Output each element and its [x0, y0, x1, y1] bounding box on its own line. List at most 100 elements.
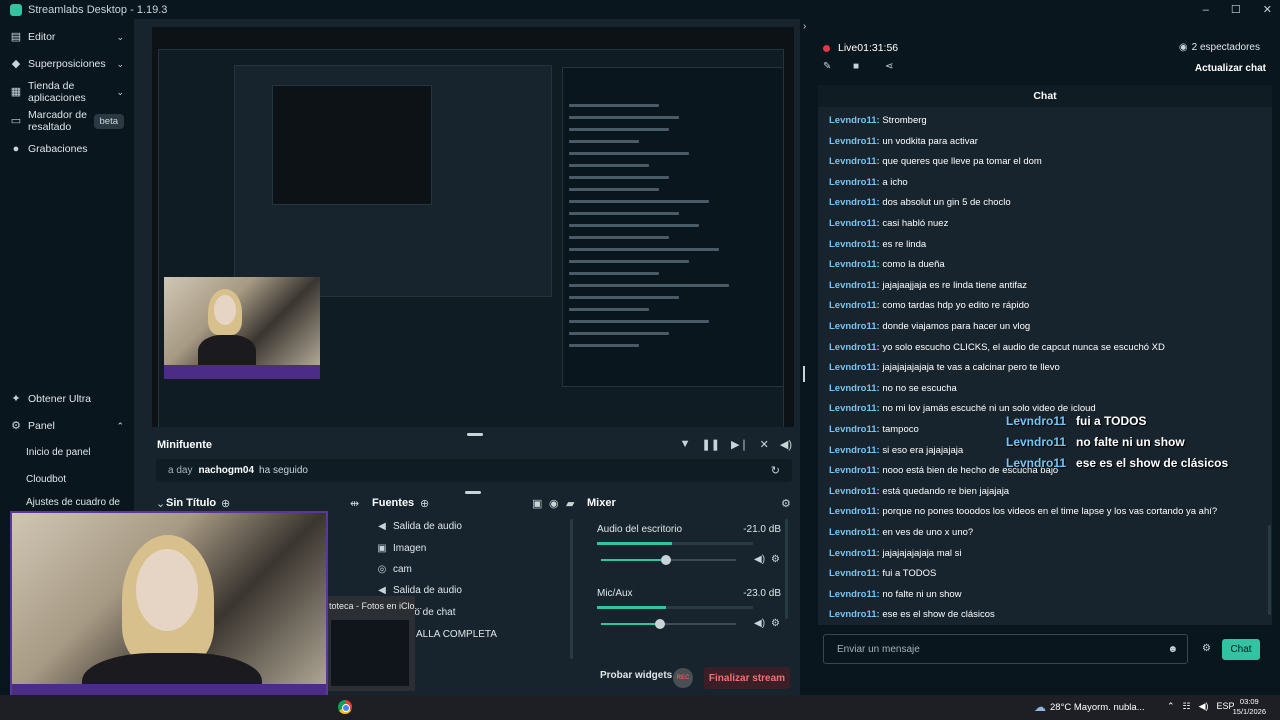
divider-grip[interactable] [803, 366, 805, 382]
chat-username[interactable]: Levndro11: [829, 342, 880, 353]
preview-resize-handle[interactable] [467, 433, 483, 436]
pause-icon[interactable]: ❚❚ [702, 438, 720, 451]
sidebar-item-highlighter[interactable]: ▭ Marcador de resaltado beta [0, 109, 134, 133]
source-row[interactable]: ▣ Imagen [376, 543, 426, 554]
speaker-icon[interactable]: ◀) [754, 554, 765, 565]
sidebar-item-store[interactable]: ▦ Tienda de aplicaciones ⌄ [0, 80, 134, 104]
volume-slider-knob[interactable] [655, 619, 666, 629]
chat-username[interactable]: Levndro11: [829, 156, 880, 167]
chat-username[interactable]: Levndro11: [829, 403, 880, 414]
chat-username[interactable]: Levndro11: [829, 609, 880, 620]
sidebar-item-recordings[interactable]: ● Grabaciones [0, 143, 134, 155]
sources-scrollbar[interactable] [570, 519, 573, 659]
gear-icon[interactable]: ⚙ [1202, 643, 1211, 654]
chat-overlay-message: Levndro11 fui a TODOS [1006, 414, 1147, 428]
repeat-icon[interactable]: ↻ [771, 464, 780, 477]
chat-username[interactable]: Levndro11: [829, 506, 880, 517]
chat-username[interactable]: Levndro11: [829, 424, 880, 435]
source-row[interactable]: ◀ Salida de audio [376, 585, 462, 596]
volume-icon[interactable]: ◀) [1199, 701, 1209, 712]
scene-transition-icon[interactable]: ⇹ [350, 497, 359, 510]
chat-message: Levndro11: como la dueña [829, 259, 945, 270]
panel-divider[interactable]: › [800, 19, 812, 695]
source-group-icon[interactable]: ▣ [532, 497, 542, 510]
clock[interactable]: 03:09 15/1/2026 [1233, 697, 1266, 717]
chat-username[interactable]: Levndro11: [829, 197, 880, 208]
gear-icon[interactable]: ⚙ [781, 497, 791, 510]
chevron-up-icon[interactable]: ⌃ [1167, 701, 1175, 712]
chat-message: Levndro11: dos absolut un gin 5 de chocl… [829, 197, 1011, 208]
cloud-icon: ☁ [1034, 700, 1046, 714]
chat-username[interactable]: Levndro11: [829, 527, 880, 538]
emoji-icon[interactable]: ☻ [1167, 644, 1178, 655]
panel-item-settings[interactable]: Ajustes de cuadro de [26, 497, 120, 508]
gear-icon[interactable]: ⚙ [771, 618, 780, 629]
chat-username[interactable]: Levndro11: [829, 218, 880, 229]
taskbar-thumbnail-popup[interactable]: toteca - Fotos en iClo... [325, 596, 422, 691]
chat-username[interactable]: Levndro11: [829, 280, 880, 291]
chat-username[interactable]: Levndro11: [829, 465, 880, 476]
end-stream-button[interactable]: Finalizar stream [704, 667, 790, 689]
chat-username[interactable]: Levndro11: [829, 589, 880, 600]
chevron-down-icon[interactable]: ⌄ [156, 497, 165, 510]
weather-widget[interactable]: ☁ 28°C Mayorm. nubla... [1034, 700, 1145, 714]
chat-username[interactable]: Levndro11: [829, 445, 880, 456]
panel-item-cloudbot[interactable]: Cloudbot [26, 474, 66, 485]
minimize-button[interactable]: – [1203, 4, 1209, 16]
network-icon[interactable]: ☷ [1183, 701, 1191, 712]
chat-username[interactable]: Levndro11: [829, 362, 880, 373]
chat-username[interactable]: Levndro11: [829, 177, 880, 188]
volume-slider-knob[interactable] [660, 555, 671, 565]
speaker-icon[interactable]: ◀) [754, 618, 765, 629]
share-icon[interactable]: ⋖ [885, 61, 893, 72]
chrome-icon[interactable] [338, 700, 352, 714]
chat-scrollbar[interactable] [1268, 525, 1271, 615]
chat-username[interactable]: Levndro11: [829, 115, 880, 126]
clock-time: 03:09 [1239, 697, 1259, 706]
mute-alerts-icon[interactable]: ✕ [760, 438, 769, 451]
chat-username[interactable]: Levndro11: [829, 548, 880, 559]
chat-username[interactable]: Levndro11: [829, 321, 880, 332]
gear-icon[interactable]: ⚙ [771, 554, 780, 565]
eye-icon[interactable]: ◉ [549, 497, 559, 510]
add-scene-icon[interactable]: ⊕ [221, 497, 230, 510]
chat-username[interactable]: Levndro11: [829, 259, 880, 270]
volume-icon[interactable]: ◀) [780, 438, 792, 451]
add-source-icon[interactable]: ⊕ [420, 497, 429, 510]
sidebar-item-editor[interactable]: ▤ Editor ⌄ [0, 31, 134, 43]
chat-message-input[interactable]: Enviar un mensaje ☻ [823, 634, 1188, 664]
chat-message: Levndro11: ese es el show de clásicos [829, 609, 995, 620]
panel-item-home[interactable]: Inicio de panel [26, 447, 91, 458]
layout-icon: ▤ [10, 31, 22, 43]
send-chat-button[interactable]: Chat [1222, 639, 1260, 660]
panel-menu[interactable]: ⚙ Panel ⌃ [0, 420, 134, 432]
stream-preview[interactable] [152, 27, 794, 427]
filter-icon[interactable]: ▼ [680, 438, 691, 451]
sidebar-item-overlays[interactable]: ◆ Superposiciones ⌄ [0, 58, 134, 70]
minifeed-event: a day nachogm04 ha seguido ↻ [156, 459, 792, 482]
maximize-button[interactable]: ☐ [1231, 3, 1241, 16]
live-panel: Live01:31:56 ◉ 2 espectadores ✎ ■ ⋖ Actua… [812, 19, 1280, 695]
chat-username[interactable]: Levndro11: [829, 136, 880, 147]
chat-username[interactable]: Levndro11: [829, 300, 880, 311]
mixer-scrollbar[interactable] [785, 519, 788, 619]
chat-username[interactable]: Levndro11: [829, 383, 880, 394]
refresh-chat-button[interactable]: Actualizar chat [1195, 63, 1266, 74]
get-ultra-link[interactable]: ✦ Obtener Ultra [0, 393, 134, 405]
record-button[interactable]: REC [673, 668, 693, 688]
chevron-right-icon[interactable]: › [803, 21, 806, 32]
chat-username[interactable]: Levndro11: [829, 568, 880, 579]
chat-username[interactable]: Levndro11: [829, 239, 880, 250]
source-row[interactable]: ◎ cam [376, 564, 412, 575]
source-row[interactable]: ◀ Salida de audio [376, 521, 462, 532]
skip-icon[interactable]: ▶❘ [731, 438, 749, 451]
docks-resize-handle[interactable] [465, 491, 481, 494]
chat-username[interactable]: Levndro11: [829, 486, 880, 497]
test-widgets-button[interactable]: Probar widgets [600, 670, 672, 681]
sidebar-item-label: Tienda de aplicaciones [28, 80, 86, 104]
folder-icon[interactable]: ▰ [566, 497, 574, 510]
camera-icon: ◎ [377, 564, 387, 575]
video-icon[interactable]: ■ [853, 61, 859, 72]
close-button[interactable]: ✕ [1263, 3, 1272, 16]
edit-icon[interactable]: ✎ [823, 61, 831, 72]
